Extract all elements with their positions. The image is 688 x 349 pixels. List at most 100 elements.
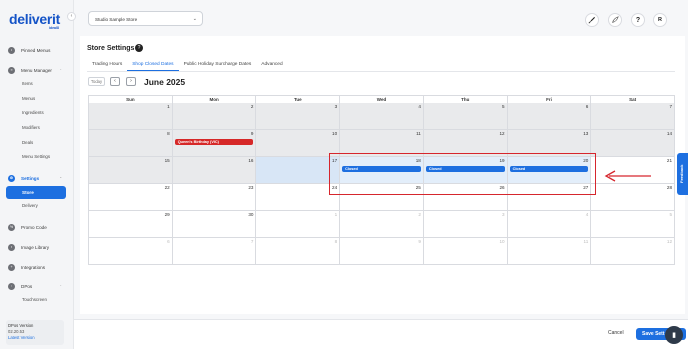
- day-number: 9: [418, 239, 421, 244]
- calendar-day-cell[interactable]: 2: [340, 211, 424, 238]
- calendar-day-cell[interactable]: 5: [423, 103, 508, 130]
- month-title: June 2025: [144, 77, 186, 87]
- calendar-day-cell[interactable]: 28: [591, 184, 676, 211]
- arrow-left-icon: [604, 170, 651, 182]
- selection-highlight-box: [329, 153, 596, 195]
- collapse-sidebar-button[interactable]: ‹: [67, 12, 76, 21]
- weekday-header: Sat: [629, 97, 637, 102]
- calendar-day-cell[interactable]: 5: [591, 211, 676, 238]
- calendar-day-cell[interactable]: 8: [89, 130, 173, 157]
- calendar-day-cell[interactable]: 9 Queen's Birthday (VIC): [172, 130, 257, 157]
- calendar-day-cell[interactable]: 23: [172, 184, 257, 211]
- sidebar-sub-modifiers[interactable]: Modifiers: [22, 125, 40, 130]
- calendar-day-cell[interactable]: 1: [256, 211, 341, 238]
- weekday-header: Thu: [424, 96, 508, 103]
- sidebar-sub-delivery[interactable]: Delivery: [22, 203, 38, 208]
- calendar-day-cell[interactable]: 9: [340, 238, 424, 265]
- help-icon[interactable]: ?: [135, 44, 143, 52]
- sidebar-sub-touchscreen[interactable]: Touchscreen: [22, 297, 47, 302]
- calendar-day-cell[interactable]: 11: [507, 238, 592, 265]
- day-number: 15: [164, 158, 170, 163]
- feedback-label: Feedback: [679, 164, 684, 183]
- calendar-day-cell[interactable]: 24: [256, 184, 341, 211]
- store-select-value: Studio Sample Store: [95, 17, 138, 22]
- calendar-day-cell[interactable]: 22: [89, 184, 173, 211]
- day-number: 11: [583, 239, 589, 244]
- menu-icon: ≡: [8, 66, 15, 74]
- sidebar-item-integrations[interactable]: + Integrations: [8, 262, 45, 272]
- calendar-day-cell[interactable]: 8: [256, 238, 341, 265]
- calendar-day-cell[interactable]: 10: [423, 238, 508, 265]
- cancel-button[interactable]: Cancel: [608, 330, 624, 336]
- prev-month-button[interactable]: ‹: [110, 77, 120, 86]
- chevron-down-icon: ⌄: [192, 16, 197, 22]
- sidebar-sub-store[interactable]: Store: [6, 186, 66, 199]
- calendar-day-cell[interactable]: 4: [507, 211, 592, 238]
- calendar-day-cell[interactable]: 17: [256, 157, 341, 184]
- sidebar-sub-menus[interactable]: Menus: [22, 96, 35, 101]
- weekday-header: Wed: [340, 96, 424, 103]
- sidebar-item-pinned-menus[interactable]: • Pinned Menus: [8, 45, 50, 55]
- image-icon: ▪: [8, 243, 15, 251]
- sidebar-item-menu-manager[interactable]: ≡ Menu Manager ˆ: [8, 65, 61, 75]
- sidebar-item-image-library[interactable]: ▪ Image Library: [8, 242, 49, 252]
- chevron-up-icon: ˆ: [60, 67, 62, 73]
- day-number: 4: [418, 104, 421, 109]
- feature-button[interactable]: [608, 13, 622, 27]
- sidebar-item-dpos[interactable]: ▫ DPos ˆ: [8, 281, 61, 291]
- sidebar-item-settings[interactable]: ⚙ Settings ˆ: [8, 173, 61, 183]
- version-panel: DPos Version 02.20.53 Latest Version: [6, 320, 64, 345]
- calendar-day-cell[interactable]: 3: [256, 103, 341, 130]
- tab-public-holiday-surcharge[interactable]: Public Holiday Surcharge Dates: [179, 60, 257, 71]
- sidebar-item-promo-code[interactable]: % Promo Code: [8, 222, 47, 232]
- calendar-day-cell[interactable]: 3: [423, 211, 508, 238]
- calendar-day-cell[interactable]: 7: [591, 103, 676, 130]
- sidebar-sub-menu-settings[interactable]: Menu Settings: [22, 154, 50, 159]
- chat-button[interactable]: ▮: [665, 326, 683, 344]
- tab-shop-closed-dates[interactable]: Shop Closed Dates: [127, 60, 179, 71]
- next-month-button[interactable]: ›: [126, 77, 136, 86]
- day-number: 8: [167, 131, 170, 136]
- calendar-day-cell[interactable]: 6: [89, 238, 173, 265]
- store-select[interactable]: Studio Sample Store ⌄: [88, 11, 203, 26]
- holiday-event[interactable]: Queen's Birthday (VIC): [174, 139, 254, 145]
- brand-logo[interactable]: deliverit: [9, 11, 60, 27]
- sidebar-item-label: Settings: [21, 175, 40, 181]
- calendar-day-cell[interactable]: 4: [340, 103, 424, 130]
- calendar-day-cell[interactable]: 6: [507, 103, 592, 130]
- calendar-day-cell[interactable]: 1: [89, 103, 173, 130]
- sidebar-sub-deals[interactable]: Deals: [22, 140, 33, 145]
- calendar-day-cell[interactable]: 30: [172, 211, 257, 238]
- calendar-day-cell[interactable]: 2: [172, 103, 257, 130]
- sidebar-sub-ingredients[interactable]: Ingredients: [22, 110, 44, 115]
- calendar-day-cell[interactable]: 16: [172, 157, 257, 184]
- day-number: 14: [666, 131, 673, 136]
- brand-sub-logo: ideal8: [49, 26, 59, 30]
- calendar-day-cell[interactable]: 14: [591, 130, 676, 157]
- sidebar-item-label: Menu Manager: [21, 67, 52, 73]
- latest-version-link[interactable]: Latest Version: [8, 335, 62, 341]
- tab-trading-hours[interactable]: Trading Hours: [87, 60, 127, 71]
- calendar-day-cell[interactable]: 12: [591, 238, 676, 265]
- calendar-day-cell[interactable]: 29: [89, 211, 173, 238]
- day-number: 3: [334, 104, 338, 109]
- sidebar-sub-items[interactable]: Items: [22, 81, 33, 86]
- user-avatar[interactable]: R: [653, 13, 667, 27]
- weekday-header: Sun: [89, 96, 173, 103]
- today-button[interactable]: Today: [88, 77, 105, 86]
- feedback-tab[interactable]: Feedback: [677, 153, 688, 195]
- gear-icon: ⚙: [8, 174, 15, 182]
- calendar-day-cell[interactable]: 15: [89, 157, 173, 184]
- ticket-icon: %: [8, 223, 15, 231]
- tab-divider: [87, 71, 675, 72]
- calendar-day-cell[interactable]: 10: [256, 130, 341, 157]
- rocket-button[interactable]: [585, 13, 599, 27]
- pos-icon: ▫: [8, 282, 15, 290]
- calendar-day-cell[interactable]: 7: [172, 238, 257, 265]
- day-number: 12: [666, 239, 673, 244]
- tab-advanced[interactable]: Advanced: [256, 60, 287, 71]
- help-button[interactable]: ?: [631, 13, 645, 27]
- calendar-header: Sun Mon Tue Wed Thu Fri Sat: [88, 95, 675, 103]
- day-number: 7: [250, 239, 254, 244]
- sidebar-item-label: Promo Code: [21, 224, 47, 230]
